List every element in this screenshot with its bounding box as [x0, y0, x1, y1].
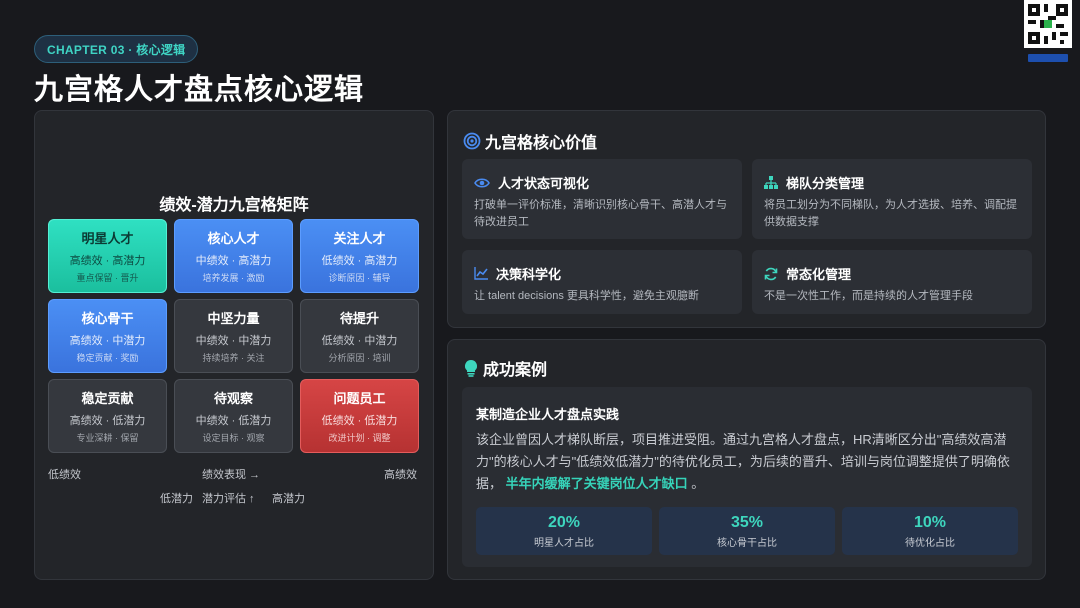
- x-axis-title: 绩效表现 →: [202, 469, 261, 481]
- cell-note: 设定目标 · 观察: [202, 433, 265, 443]
- core-value-title: 九宫格核心价值: [485, 135, 598, 152]
- matrix-title: 绩效-潜力九宫格矩阵: [159, 197, 309, 214]
- success-case-panel: 成功案例 某制造企业人才盘点实践 该企业曾因人才梯队断层，项目推进受阻。通过九宫…: [447, 339, 1046, 580]
- cell-note: 培养发展 · 激励: [202, 273, 265, 283]
- line-chart-icon: [474, 267, 488, 280]
- value-card-tier-management: 梯队分类管理 将员工划分为不同梯队，为人才选拔、培养、调配提供数据支撑: [752, 159, 1032, 239]
- page-title: 九宫格人才盘点核心逻辑: [34, 74, 365, 106]
- core-value-panel: 九宫格核心价值 人才状态可视化 打破单一评价标准，清晰识别核心骨干、高潜人才与待…: [447, 110, 1046, 328]
- cell-title: 待观察: [213, 391, 253, 406]
- cell-note: 稳定贡献 · 奖励: [76, 353, 139, 363]
- success-case-heading: 成功案例: [463, 356, 547, 380]
- value-card-title: 梯队分类管理: [786, 176, 865, 191]
- cell-note: 专业深耕 · 保留: [76, 433, 139, 443]
- core-value-heading: 九宫格核心价值: [463, 129, 597, 153]
- case-study-title: 某制造企业人才盘点实践: [476, 407, 620, 422]
- cell-title: 明星人才: [81, 231, 134, 246]
- y-axis-title: 潜力评估 ↑: [202, 493, 255, 505]
- value-card-desc: 不是一次性工作，而是持续的人才管理手段: [764, 290, 973, 302]
- stat-label: 明星人才占比: [534, 537, 594, 549]
- cell-mainstay: 中坚力量 中绩效 · 中潜力 持续培养 · 关注: [174, 299, 293, 373]
- eye-icon: [474, 177, 490, 188]
- y-axis-high-label: 高潜力: [272, 493, 305, 505]
- x-axis-low-label: 低绩效: [48, 469, 81, 481]
- cell-title: 关注人才: [333, 231, 386, 246]
- qr-code-icon: [1024, 0, 1072, 48]
- case-study-text: 该企业曾因人才梯队断层，项目推进受阻。通过九宫格人才盘点，HR清晰区分出"高绩效…: [476, 429, 1021, 495]
- cell-title: 稳定贡献: [81, 391, 134, 406]
- refresh-icon: [764, 267, 778, 280]
- value-card-title: 人才状态可视化: [498, 176, 590, 191]
- value-card-desc: 打破单一评价标准，清晰识别核心骨干、高潜人才与待改进员工: [474, 199, 727, 228]
- cell-core-talent: 核心人才 中绩效 · 高潜力 培养发展 · 激励: [174, 219, 293, 293]
- stat-value: 35%: [730, 513, 764, 531]
- cell-title: 核心人才: [207, 231, 260, 246]
- target-icon: [463, 132, 481, 150]
- stat-backbone-ratio: 35% 核心骨干占比: [659, 507, 835, 555]
- cell-star-talent: 明星人才 高绩效 · 高潜力 重点保留 · 晋升: [48, 219, 167, 293]
- matrix-panel: 绩效-潜力九宫格矩阵 明星人才 高绩效 · 高潜力 重点保留 · 晋升 核心人才…: [34, 110, 434, 580]
- cell-core-backbone: 核心骨干 高绩效 · 中潜力 稳定贡献 · 奖励: [48, 299, 167, 373]
- cell-subtitle: 高绩效 · 中潜力: [69, 335, 146, 347]
- value-card-title: 常态化管理: [786, 267, 852, 282]
- success-case-title: 成功案例: [483, 362, 548, 379]
- cell-subtitle: 低绩效 · 高潜力: [321, 255, 398, 267]
- cell-subtitle: 中绩效 · 高潜力: [195, 255, 272, 267]
- stat-label: 核心骨干占比: [717, 537, 777, 549]
- cell-title: 核心骨干: [81, 311, 134, 326]
- cell-note: 分析原因 · 培训: [328, 353, 391, 363]
- case-study-suffix: 。: [691, 476, 705, 491]
- value-card-title: 决策科学化: [496, 267, 562, 282]
- stat-value: 10%: [913, 513, 947, 531]
- cell-subtitle: 低绩效 · 低潜力: [321, 415, 398, 427]
- lightbulb-icon: [464, 359, 478, 377]
- cell-note: 重点保留 · 晋升: [76, 273, 139, 283]
- x-axis-high-label: 高绩效: [384, 469, 417, 481]
- value-card-visualization: 人才状态可视化 打破单一评价标准，清晰识别核心骨干、高潜人才与待改进员工: [462, 159, 742, 239]
- cell-subtitle: 高绩效 · 高潜力: [69, 255, 146, 267]
- cell-note: 诊断原因 · 辅导: [328, 273, 391, 283]
- case-study-highlight: 半年内缓解了关键岗位人才缺口: [505, 476, 688, 491]
- stat-star-ratio: 20% 明星人才占比: [476, 507, 652, 555]
- cell-stable-contributor: 稳定贡献 高绩效 · 低潜力 专业深耕 · 保留: [48, 379, 167, 453]
- cell-subtitle: 中绩效 · 中潜力: [195, 335, 272, 347]
- cell-title: 中坚力量: [207, 311, 260, 326]
- stat-optimize-ratio: 10% 待优化占比: [842, 507, 1018, 555]
- cell-title: 待提升: [339, 311, 379, 326]
- cell-subtitle: 中绩效 · 低潜力: [195, 415, 272, 427]
- cell-note: 改进计划 · 调整: [328, 433, 391, 443]
- stat-value: 20%: [547, 513, 581, 531]
- org-chart-icon: [764, 176, 778, 189]
- value-card-routine-management: 常态化管理 不是一次性工作，而是持续的人才管理手段: [752, 250, 1032, 314]
- cell-to-improve: 待提升 低绩效 · 中潜力 分析原因 · 培训: [300, 299, 419, 373]
- y-axis-low-label: 低潜力: [160, 493, 193, 505]
- stat-label: 待优化占比: [905, 537, 955, 549]
- chapter-badge: CHAPTER 03 · 核心逻辑: [34, 35, 199, 63]
- cell-watch-talent: 关注人才 低绩效 · 高潜力 诊断原因 · 辅导: [300, 219, 419, 293]
- cell-to-observe: 待观察 中绩效 · 低潜力 设定目标 · 观察: [174, 379, 293, 453]
- case-study-box: 某制造企业人才盘点实践 该企业曾因人才梯队断层，项目推进受阻。通过九宫格人才盘点…: [462, 387, 1032, 567]
- cell-subtitle: 高绩效 · 低潜力: [69, 415, 146, 427]
- cell-problem-employee: 问题员工 低绩效 · 低潜力 改进计划 · 调整: [300, 379, 419, 453]
- chapter-label: CHAPTER 03 · 核心逻辑: [47, 42, 186, 57]
- value-card-desc: 让 talent decisions 更具科学性，避免主观臆断: [474, 290, 699, 302]
- cell-subtitle: 低绩效 · 中潜力: [321, 335, 398, 347]
- cell-note: 持续培养 · 关注: [202, 353, 265, 363]
- value-card-scientific-decision: 决策科学化 让 talent decisions 更具科学性，避免主观臆断: [462, 250, 742, 314]
- value-card-desc: 将员工划分为不同梯队，为人才选拔、培养、调配提供数据支撑: [764, 199, 1017, 228]
- qr-caption-bar: [1028, 54, 1068, 62]
- cell-title: 问题员工: [333, 391, 386, 406]
